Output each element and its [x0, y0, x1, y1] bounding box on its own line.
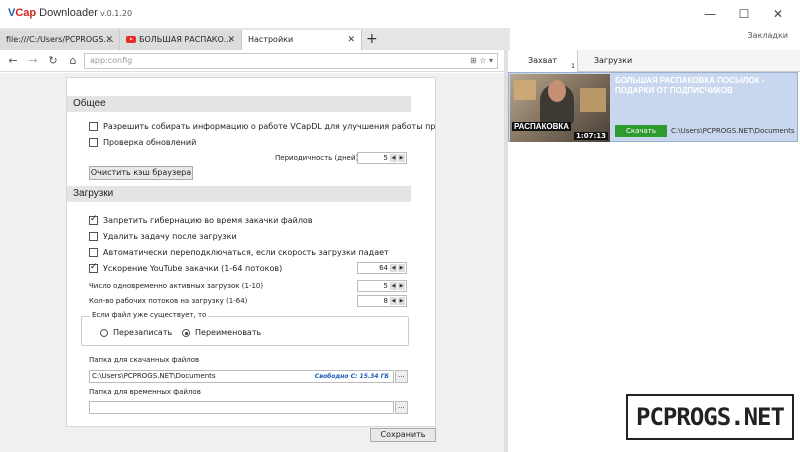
overwrite-label: Перезаписать — [113, 328, 173, 337]
yt-accel-stepper[interactable]: 64 ◀ ▶ — [357, 262, 407, 274]
decrement-icon[interactable]: ◀ — [390, 282, 397, 290]
rename-radio[interactable] — [182, 329, 190, 337]
delete-task-label: Удалить задачу после загрузки — [103, 232, 237, 241]
download-folder-input[interactable]: C:\Users\PCPROGS.NET\Documents Свободно … — [89, 370, 394, 383]
tab-strip: file:///C:/Users/PCPROGS.... ✕ БОЛЬШАЯ Р… — [0, 28, 510, 50]
decrement-icon[interactable]: ◀ — [390, 154, 397, 162]
reload-icon[interactable]: ↻ — [46, 53, 60, 69]
yt-accel-value: 64 — [379, 264, 388, 272]
increment-icon[interactable]: ▶ — [398, 297, 405, 305]
right-tabs: Захват 1 Загрузки — [508, 50, 800, 72]
thumbnail-face — [548, 80, 566, 102]
active-downloads-value: 5 — [383, 282, 388, 290]
increment-icon[interactable]: ▶ — [398, 154, 405, 162]
auto-switch-checkbox[interactable] — [89, 248, 98, 257]
temp-folder-label: Папка для временных файлов — [89, 388, 201, 396]
threads-value: 8 — [383, 297, 388, 305]
check-updates-label: Проверка обновлений — [103, 138, 197, 147]
tab-label: БОЛЬШАЯ РАСПАКО... — [139, 35, 232, 44]
section-general-header: Общее — [67, 96, 411, 112]
thumbnail-box — [580, 88, 606, 112]
no-hibernate-checkbox[interactable] — [89, 214, 98, 225]
home-icon[interactable]: ⌂ — [66, 53, 80, 69]
tab-label: file:///C:/Users/PCPROGS.... — [6, 35, 114, 44]
video-duration: 1:07:13 — [574, 132, 608, 140]
new-tab-button[interactable]: + — [366, 28, 378, 50]
video-title: БОЛЬШАЯ РАСПАКОВКА ПОСЫЛОК - ПОДАРКИ ОТ … — [615, 76, 765, 95]
address-bar-icons[interactable]: ⊞ ☆ ▾ — [470, 54, 493, 68]
allow-collect-label: Разрешить собирать информацию о работе V… — [103, 122, 436, 131]
folder-label: Папка для скачанных файлов — [89, 356, 200, 364]
overwrite-radio[interactable] — [100, 329, 108, 337]
temp-folder-input[interactable] — [89, 401, 394, 414]
address-text: app:config — [90, 56, 133, 65]
back-arrow-icon[interactable]: ← — [6, 53, 20, 69]
browse-temp-button[interactable]: ... — [395, 401, 408, 414]
active-downloads-label: Число одновременно активных загрузок (1-… — [89, 282, 264, 290]
free-space-text: Свободно С: 15.34 ГБ — [314, 373, 389, 380]
tab-label: Настройки — [248, 35, 294, 44]
period-stepper[interactable]: 5 ◀ ▶ — [357, 152, 407, 164]
settings-panel: Общее Разрешить собирать информацию о ра… — [66, 77, 436, 427]
right-panel: Захват 1 Загрузки РАСПАКОВКА 1:07:13 БОЛ… — [508, 50, 800, 452]
period-label: Периодичность (дней) — [275, 154, 359, 162]
period-value: 5 — [383, 154, 388, 162]
section-downloads-header: Загрузки — [67, 186, 411, 202]
tab-close-icon[interactable]: ✕ — [227, 30, 235, 50]
decrement-icon[interactable]: ◀ — [390, 264, 397, 272]
tab-file[interactable]: file:///C:/Users/PCPROGS.... ✕ — [0, 30, 120, 50]
tab-downloads[interactable]: Загрузки — [578, 50, 648, 72]
yt-accel-checkbox[interactable] — [89, 262, 98, 273]
check-updates-checkbox[interactable] — [89, 138, 98, 147]
app-logo: VCap Downloader — [8, 7, 98, 19]
forward-arrow-icon[interactable]: → — [26, 53, 40, 69]
video-thumbnail[interactable]: РАСПАКОВКА 1:07:13 — [510, 74, 610, 142]
watermark-logo: PCPROGS.NET — [626, 394, 794, 440]
no-hibernate-label: Запретить гибернацию во время закачки фа… — [103, 216, 313, 225]
file-exists-group: Если файл уже существует, то Перезаписат… — [81, 311, 409, 346]
tab-capture[interactable]: Захват 1 — [508, 50, 578, 72]
thumbnail-box — [514, 80, 536, 100]
rename-label: Переименовать — [195, 328, 262, 337]
tab-close-icon[interactable]: ✕ — [347, 30, 355, 50]
video-save-path: C:\Users\PCPROGS.NET\Documents — [671, 127, 795, 135]
threads-stepper[interactable]: 8 ◀ ▶ — [357, 295, 407, 307]
file-exists-title: Если файл уже существует, то — [90, 311, 209, 319]
download-button[interactable]: Скачать — [615, 125, 667, 137]
settings-page: Общее Разрешить собирать информацию о ра… — [0, 73, 504, 452]
minimize-button[interactable]: — — [700, 6, 720, 22]
app-version: v.0.1.20 — [100, 9, 133, 18]
captured-video-item[interactable]: РАСПАКОВКА 1:07:13 БОЛЬШАЯ РАСПАКОВКА ПО… — [508, 72, 798, 142]
navigation-bar: ← → ↻ ⌂ app:config ⊞ ☆ ▾ — [0, 50, 504, 72]
close-window-button[interactable]: ✕ — [768, 6, 788, 22]
maximize-button[interactable]: ☐ — [734, 6, 754, 22]
increment-icon[interactable]: ▶ — [398, 264, 405, 272]
clear-cache-button[interactable]: Очистить кэш браузера — [89, 166, 193, 180]
download-folder-value: C:\Users\PCPROGS.NET\Documents — [92, 372, 216, 380]
title-bar: VCap Downloader v.0.1.20 — ☐ ✕ — [0, 0, 800, 28]
delete-task-checkbox[interactable] — [89, 232, 98, 241]
allow-collect-checkbox[interactable] — [89, 122, 98, 131]
threads-label: Кол-во рабочих потоков на загрузку (1-64… — [89, 297, 248, 305]
yt-accel-label: Ускорение YouTube закачки (1-64 потоков) — [103, 264, 283, 273]
youtube-icon — [126, 36, 136, 43]
tab-settings[interactable]: Настройки ✕ — [242, 30, 362, 50]
thumbnail-caption: РАСПАКОВКА — [512, 122, 572, 131]
save-button[interactable]: Сохранить — [370, 428, 436, 442]
bookmarks-link[interactable]: Закладки — [748, 31, 788, 40]
address-bar[interactable]: app:config ⊞ ☆ ▾ — [84, 53, 498, 69]
browse-folder-button[interactable]: ... — [395, 370, 408, 383]
increment-icon[interactable]: ▶ — [398, 282, 405, 290]
active-downloads-stepper[interactable]: 5 ◀ ▶ — [357, 280, 407, 292]
auto-switch-label: Автоматически переподключаться, если ско… — [103, 248, 389, 257]
decrement-icon[interactable]: ◀ — [390, 297, 397, 305]
tab-capture-label: Захват — [527, 56, 558, 65]
tab-close-icon[interactable]: ✕ — [105, 30, 113, 50]
tab-youtube-video[interactable]: БОЛЬШАЯ РАСПАКО... ✕ — [120, 30, 242, 50]
